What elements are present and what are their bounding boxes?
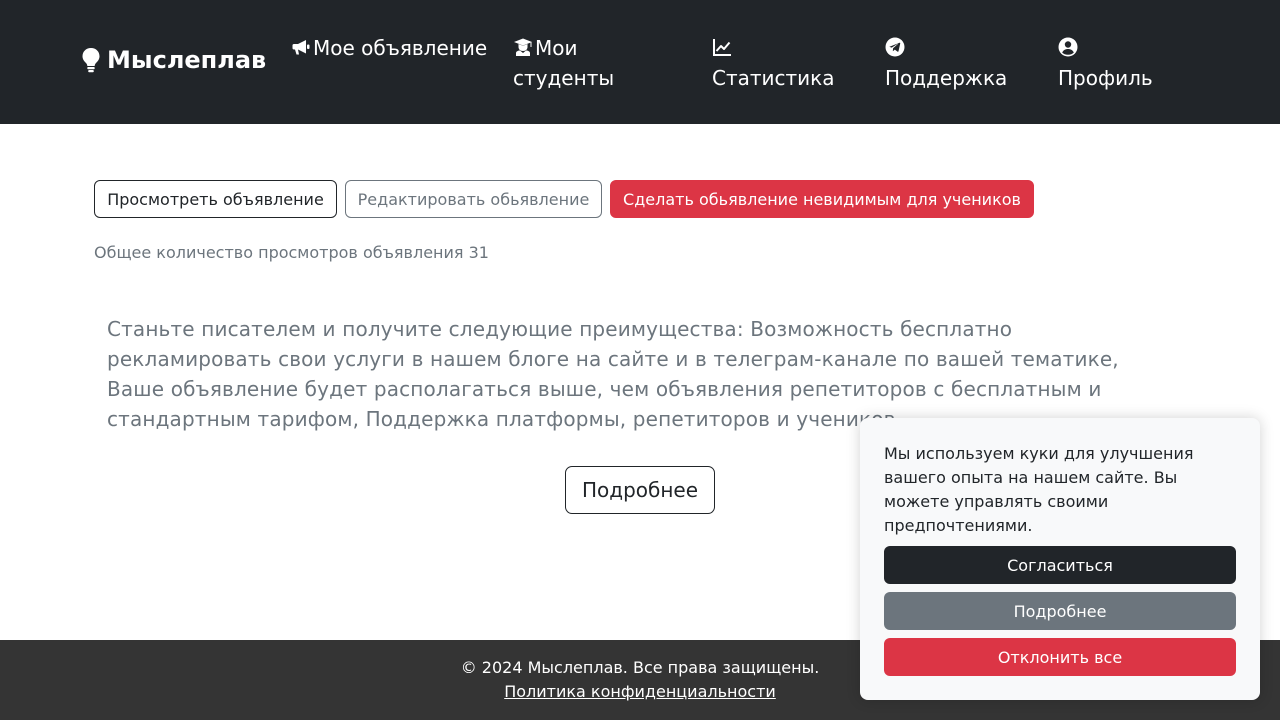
nav-my-students[interactable]: Мои студенты bbox=[513, 33, 663, 93]
privacy-policy-link[interactable]: Политика конфиденциальности bbox=[504, 682, 776, 701]
telegram-icon bbox=[885, 37, 905, 57]
chart-line-icon bbox=[712, 37, 732, 57]
cookie-banner: Мы используем куки для улучшения вашего … bbox=[860, 418, 1260, 700]
cookie-reject-button[interactable]: Отклонить все bbox=[884, 638, 1236, 676]
brand-logo[interactable]: Мыслеплав bbox=[81, 46, 266, 74]
more-info-button[interactable]: Подробнее bbox=[565, 466, 715, 514]
navbar: Мыслеплав Мое объявление Мои студенты Ст… bbox=[0, 0, 1280, 124]
writer-promo-text: Станьте писателем и получите следующие п… bbox=[107, 317, 1119, 431]
nav-profile-label: Профиль bbox=[1058, 66, 1153, 90]
views-count: Общее количество просмотров объявления 3… bbox=[94, 243, 489, 262]
cookie-message: Мы используем куки для улучшения вашего … bbox=[884, 444, 1194, 535]
hide-ad-button[interactable]: Сделать обьявление невидимым для ученико… bbox=[610, 180, 1034, 218]
nav-support[interactable]: Поддержка bbox=[885, 33, 1035, 93]
lightbulb-icon bbox=[82, 48, 100, 73]
nav-statistics[interactable]: Статистика bbox=[712, 33, 862, 93]
nav-my-ad-label: Мое объявление bbox=[313, 36, 488, 60]
view-ad-button[interactable]: Просмотреть объявление bbox=[94, 180, 337, 218]
nav-statistics-label: Статистика bbox=[712, 66, 835, 90]
brand-name: Мыслеплав bbox=[107, 46, 267, 74]
edit-ad-button[interactable]: Редактировать обьявление bbox=[345, 180, 602, 218]
user-circle-icon bbox=[1058, 37, 1078, 57]
megaphone-icon bbox=[291, 37, 311, 57]
graduate-icon bbox=[513, 37, 533, 57]
cookie-more-button[interactable]: Подробнее bbox=[884, 592, 1236, 630]
nav-profile[interactable]: Профиль bbox=[1058, 33, 1198, 93]
nav-support-label: Поддержка bbox=[885, 66, 1008, 90]
cookie-accept-button[interactable]: Согласиться bbox=[884, 546, 1236, 584]
nav-my-ad[interactable]: Мое объявление bbox=[291, 33, 491, 63]
